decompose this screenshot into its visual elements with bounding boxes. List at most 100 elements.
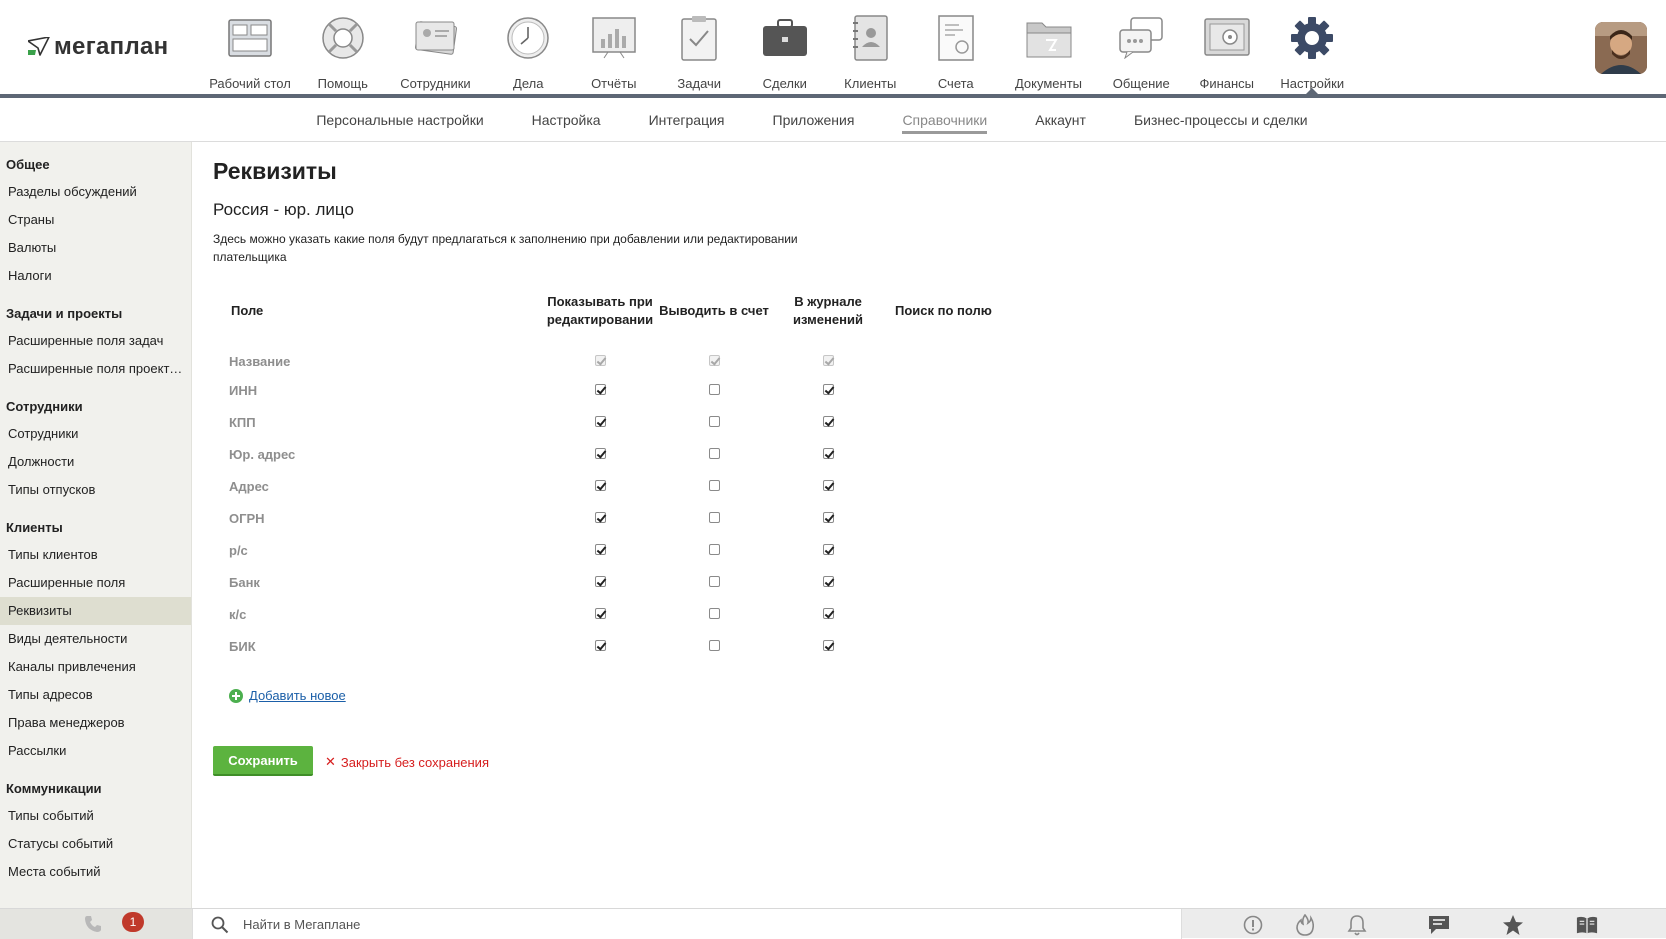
show-on-edit-checkbox[interactable]: [594, 480, 606, 492]
print-on-invoice-checkbox[interactable]: [708, 480, 720, 492]
sidebar-item-acquisition-channels[interactable]: Каналы привлечения: [0, 653, 191, 681]
sidebar-item-event-places[interactable]: Места событий: [0, 858, 191, 886]
nav-item-desktop[interactable]: Рабочий стол: [200, 0, 300, 94]
print-on-invoice-checkbox[interactable]: [708, 576, 720, 588]
in-changelog-checkbox[interactable]: [822, 416, 834, 428]
search-input[interactable]: [243, 913, 1143, 935]
user-avatar[interactable]: [1595, 22, 1647, 74]
close-without-saving-label: Закрыть без сохранения: [340, 754, 489, 770]
in-changelog-checkbox[interactable]: [822, 480, 834, 492]
print-on-invoice-checkbox[interactable]: [708, 544, 720, 556]
nav-item-invoices[interactable]: Счета: [913, 0, 999, 94]
tab-personal-settings[interactable]: Персональные настройки: [292, 98, 507, 142]
print-on-invoice-checkbox[interactable]: [708, 640, 720, 652]
nav-item-settings[interactable]: Настройки: [1270, 0, 1356, 94]
tab-setup[interactable]: Настройка: [508, 98, 625, 142]
chat-icon: [1117, 14, 1165, 62]
bell-icon[interactable]: [1346, 914, 1368, 936]
nav-item-reports[interactable]: Отчёты: [571, 0, 657, 94]
table-row: Банк: [213, 566, 1015, 598]
print-on-invoice-checkbox[interactable]: [708, 416, 720, 428]
in-changelog-checkbox[interactable]: [822, 576, 834, 588]
nav-item-communication[interactable]: Общение: [1099, 0, 1185, 94]
search-by-field-cell: [885, 566, 1015, 598]
checkbox-cell: [543, 470, 657, 502]
top-header: мегаплан Рабочий стол Помощь Сотрудники …: [0, 0, 1666, 98]
sidebar-item-event-statuses[interactable]: Статусы событий: [0, 830, 191, 858]
sidebar-item-task-extended-fields[interactable]: Расширенные поля задач: [0, 327, 191, 355]
checkbox-cell: [543, 630, 657, 662]
tab-directories[interactable]: Справочники: [878, 98, 1011, 142]
sidebar-item-employees[interactable]: Сотрудники: [0, 420, 191, 448]
messages-icon[interactable]: [1428, 914, 1450, 936]
sidebar-item-extended-fields[interactable]: Расширенные поля: [0, 569, 191, 597]
show-on-edit-checkbox[interactable]: [594, 608, 606, 620]
show-on-edit-checkbox[interactable]: [594, 416, 606, 428]
nav-item-affairs[interactable]: Дела: [486, 0, 572, 94]
sidebar-item-event-types[interactable]: Типы событий: [0, 802, 191, 830]
sidebar-item-mailings[interactable]: Рассылки: [0, 737, 191, 765]
fire-icon[interactable]: [1294, 914, 1316, 936]
checkbox-cell: [543, 438, 657, 470]
sidebar-item-currencies[interactable]: Валюты: [0, 234, 191, 262]
in-changelog-checkbox[interactable]: [822, 512, 834, 524]
print-on-invoice-checkbox[interactable]: [708, 608, 720, 620]
col-print-on-invoice-header: Выводить в счет: [659, 303, 769, 318]
nav-label: Настройки: [1280, 76, 1345, 91]
show-on-edit-checkbox[interactable]: [594, 544, 606, 556]
sidebar-item-discussion-sections[interactable]: Разделы обсуждений: [0, 178, 191, 206]
nav-item-tasks[interactable]: Задачи: [657, 0, 743, 94]
sidebar-item-activity-types[interactable]: Виды деятельности: [0, 625, 191, 653]
show-on-edit-checkbox[interactable]: [594, 448, 606, 460]
show-on-edit-checkbox[interactable]: [594, 384, 606, 396]
global-search: [192, 909, 1182, 939]
sidebar-item-requisites[interactable]: Реквизиты: [0, 597, 191, 625]
in-changelog-checkbox[interactable]: [822, 448, 834, 460]
field-name: Адрес: [229, 478, 269, 494]
nav-item-deals[interactable]: Сделки: [742, 0, 828, 94]
show-on-edit-checkbox[interactable]: [594, 512, 606, 524]
nav-item-help[interactable]: Помощь: [300, 0, 386, 94]
checkbox-cell: [771, 630, 885, 662]
page-description: Здесь можно указать какие поля будут пре…: [213, 232, 798, 264]
phone-icon[interactable]: [84, 915, 102, 938]
main-content: Реквизиты Россия - юр. лицо Здесь можно …: [213, 142, 1643, 908]
in-changelog-checkbox[interactable]: [822, 640, 834, 652]
sidebar-group-tasks-projects: Задачи и проекты: [6, 306, 123, 321]
sidebar-item-countries[interactable]: Страны: [0, 206, 191, 234]
tab-applications[interactable]: Приложения: [749, 98, 879, 142]
in-changelog-checkbox[interactable]: [822, 384, 834, 396]
in-changelog-checkbox[interactable]: [822, 544, 834, 556]
notification-count-badge[interactable]: 1: [122, 912, 144, 932]
sidebar-item-client-types[interactable]: Типы клиентов: [0, 541, 191, 569]
alert-icon[interactable]: [1242, 914, 1264, 936]
table-row: БИК: [213, 630, 1015, 662]
nav-item-employees[interactable]: Сотрудники: [386, 0, 486, 94]
nav-item-documents[interactable]: Документы: [999, 0, 1099, 94]
star-icon[interactable]: [1502, 914, 1524, 936]
tab-integration[interactable]: Интеграция: [625, 98, 749, 142]
sidebar-item-taxes[interactable]: Налоги: [0, 262, 191, 290]
save-button[interactable]: Сохранить: [213, 746, 313, 776]
add-new-field-link[interactable]: Добавить новое: [229, 688, 346, 703]
close-without-saving-link[interactable]: ✕ Закрыть без сохранения: [325, 754, 489, 770]
sidebar-item-address-types[interactable]: Типы адресов: [0, 681, 191, 709]
sidebar-item-manager-rights[interactable]: Права менеджеров: [0, 709, 191, 737]
print-on-invoice-checkbox[interactable]: [708, 448, 720, 460]
sidebar-item-vacation-types[interactable]: Типы отпусков: [0, 476, 191, 504]
nav-item-finance[interactable]: Финансы: [1184, 0, 1270, 94]
sidebar-item-positions[interactable]: Должности: [0, 448, 191, 476]
sidebar-group-employees: Сотрудники: [6, 399, 83, 414]
megaplan-logo[interactable]: мегаплан: [28, 33, 168, 61]
tab-account[interactable]: Аккаунт: [1011, 98, 1110, 142]
nav-item-clients[interactable]: Клиенты: [828, 0, 914, 94]
sidebar-item-project-extended-fields[interactable]: Расширенные поля проектов: [0, 355, 191, 383]
book-icon[interactable]: [1576, 914, 1598, 936]
show-on-edit-checkbox[interactable]: [594, 640, 606, 652]
tab-business-processes[interactable]: Бизнес-процессы и сделки: [1110, 98, 1332, 142]
print-on-invoice-checkbox[interactable]: [708, 512, 720, 524]
show-on-edit-checkbox[interactable]: [594, 576, 606, 588]
search-by-field-cell: [885, 502, 1015, 534]
print-on-invoice-checkbox[interactable]: [708, 384, 720, 396]
in-changelog-checkbox[interactable]: [822, 608, 834, 620]
